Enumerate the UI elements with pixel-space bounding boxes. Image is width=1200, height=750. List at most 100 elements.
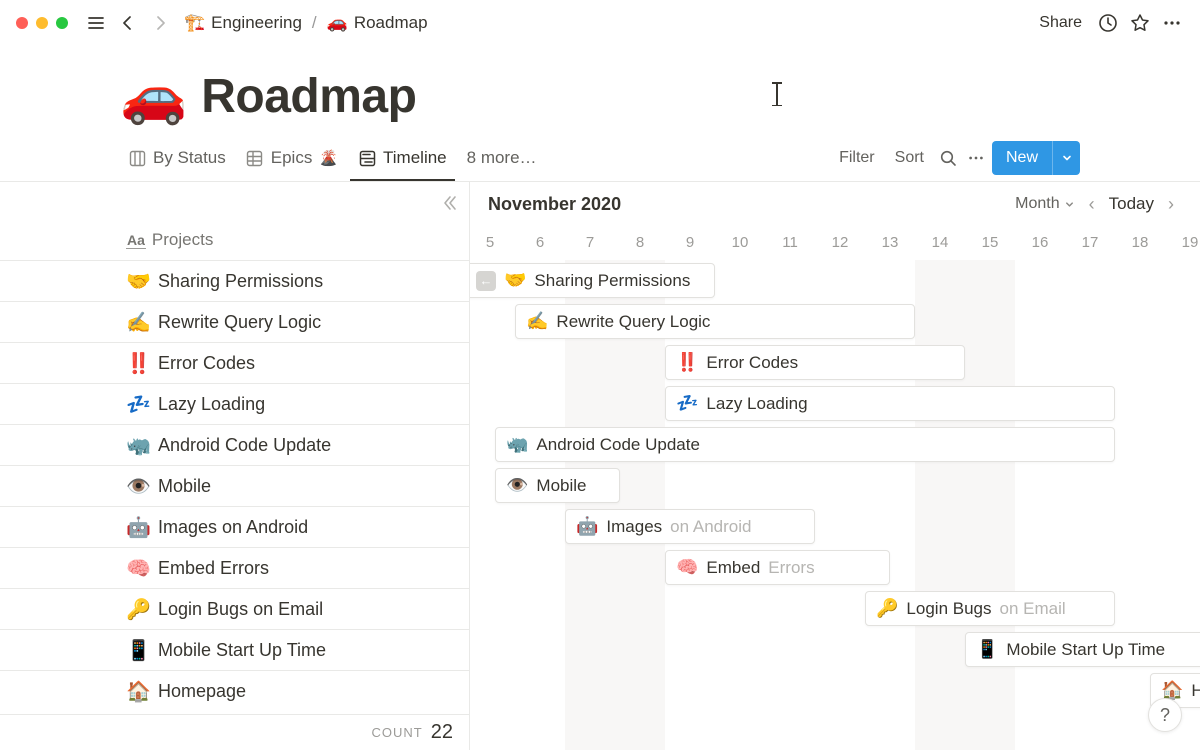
minimize-window-icon[interactable] xyxy=(36,17,48,29)
back-icon[interactable] xyxy=(116,11,140,35)
day-label: 6 xyxy=(536,234,544,251)
bar-label: Login Bugs xyxy=(906,599,991,619)
close-window-icon[interactable] xyxy=(16,17,28,29)
breadcrumb-roadmap[interactable]: 🚗 Roadmap xyxy=(323,11,432,35)
timeline-bar[interactable]: 🤖Images on Android xyxy=(565,509,815,544)
today-button[interactable]: Today xyxy=(1103,190,1160,218)
scale-selector[interactable]: Month xyxy=(1009,191,1080,217)
project-icon: 💤 xyxy=(126,392,148,417)
day-label: 7 xyxy=(586,234,594,251)
day-label: 13 xyxy=(882,234,899,251)
bar-icon: 🧠 xyxy=(676,557,698,578)
project-row[interactable]: 🤝Sharing Permissions xyxy=(0,260,469,301)
day-label: 18 xyxy=(1132,234,1149,251)
bar-label: Rewrite Query Logic xyxy=(556,312,710,332)
forward-icon[interactable] xyxy=(148,11,172,35)
project-row[interactable]: 🦏Android Code Update xyxy=(0,424,469,465)
tab-timeline[interactable]: Timeline xyxy=(350,142,455,174)
project-icon: 👁️ xyxy=(126,474,148,499)
project-row[interactable]: ‼️Error Codes xyxy=(0,342,469,383)
timeline-bar[interactable]: 🔑Login Bugs on Email xyxy=(865,591,1115,626)
chevron-down-icon xyxy=(1064,199,1075,210)
prev-period-icon[interactable]: ‹ xyxy=(1081,194,1103,215)
bar-label-overflow: on Email xyxy=(1000,599,1066,619)
project-row[interactable]: 🔑Login Bugs on Email xyxy=(0,588,469,629)
bar-icon: 💤 xyxy=(676,393,698,414)
zoom-window-icon[interactable] xyxy=(56,17,68,29)
menu-icon[interactable] xyxy=(84,11,108,35)
day-label: 10 xyxy=(732,234,749,251)
timeline-bar[interactable]: 🦏 Android Code Update xyxy=(495,427,1115,462)
breadcrumb-label: Engineering xyxy=(211,13,302,33)
favorite-icon[interactable] xyxy=(1128,11,1152,35)
more-options-icon[interactable] xyxy=(964,146,988,170)
timeline-bar[interactable]: ‼️Error Codes xyxy=(665,345,965,380)
new-button-dropdown-icon[interactable] xyxy=(1052,141,1080,175)
timeline-bar[interactable]: 📱 Mobile Start Up Time xyxy=(965,632,1200,667)
timeline-bar[interactable]: ✍️Rewrite Query Logic xyxy=(515,304,915,339)
help-button[interactable]: ? xyxy=(1148,698,1182,732)
project-row[interactable]: 🧠Embed Errors xyxy=(0,547,469,588)
new-button[interactable]: New xyxy=(992,141,1080,175)
tab-by-status[interactable]: By Status xyxy=(120,142,234,174)
project-label: Login Bugs on Email xyxy=(158,599,323,620)
filter-button[interactable]: Filter xyxy=(831,145,883,171)
page-icon[interactable]: 🚗 xyxy=(120,69,187,123)
breadcrumb-label: Roadmap xyxy=(354,13,428,33)
project-label: Mobile xyxy=(158,476,211,497)
tab-label: Epics xyxy=(271,148,313,168)
tab-more-views[interactable]: 8 more… xyxy=(459,142,545,174)
weekend-band xyxy=(915,260,1015,750)
share-button[interactable]: Share xyxy=(1033,10,1088,36)
project-row[interactable]: 🏠Homepage xyxy=(0,670,469,711)
count-label: COUNT xyxy=(372,725,423,740)
day-label: 16 xyxy=(1032,234,1049,251)
sort-button[interactable]: Sort xyxy=(887,145,932,171)
bar-label: Mobile Start Up Time xyxy=(1006,640,1165,660)
project-row[interactable]: 💤 Lazy Loading xyxy=(0,383,469,424)
table-icon xyxy=(246,149,264,167)
day-label: 8 xyxy=(636,234,644,251)
timeline-header: November 2020 Month ‹ Today › 5678910111… xyxy=(470,182,1200,260)
updates-icon[interactable] xyxy=(1096,11,1120,35)
project-row[interactable]: 👁️ Mobile xyxy=(0,465,469,506)
project-row[interactable]: 🤖Images on Android xyxy=(0,506,469,547)
breadcrumb-engineering[interactable]: 🏗️ Engineering xyxy=(180,11,306,35)
view-tabs: By Status Epics 🌋 Timeline 8 more… Filte… xyxy=(0,135,1200,181)
collapse-sidebar-icon[interactable] xyxy=(441,194,459,212)
day-label: 14 xyxy=(932,234,949,251)
new-button-label[interactable]: New xyxy=(992,141,1052,175)
window-controls xyxy=(16,17,68,29)
tab-epics[interactable]: Epics 🌋 xyxy=(238,142,346,174)
bar-label-overflow: on Android xyxy=(670,517,751,537)
breadcrumb-separator: / xyxy=(312,13,317,33)
project-row[interactable]: ✍️Rewrite Query Logic xyxy=(0,301,469,342)
timeline-bar[interactable]: 💤Lazy Loading xyxy=(665,386,1115,421)
project-row[interactable]: 📱Mobile Start Up Time xyxy=(0,629,469,670)
timeline-bar[interactable]: 🧠Embed Errors xyxy=(665,550,890,585)
bar-label: Sharing Permissions xyxy=(534,271,690,291)
project-label: Homepage xyxy=(158,681,246,702)
bar-icon: 📱 xyxy=(976,639,998,660)
page-title[interactable]: Roadmap xyxy=(201,69,416,124)
timeline-view: Aa Projects 🤝Sharing Permissions✍️Rewrit… xyxy=(0,181,1200,750)
project-label: Lazy Loading xyxy=(158,394,265,415)
day-label: 12 xyxy=(832,234,849,251)
day-label: 17 xyxy=(1082,234,1099,251)
more-icon[interactable] xyxy=(1160,11,1184,35)
search-icon[interactable] xyxy=(936,146,960,170)
car-icon: 🚗 xyxy=(327,13,348,33)
bar-icon: 🦏 xyxy=(506,434,528,455)
timeline-bar[interactable]: 👁️Mobile xyxy=(495,468,620,503)
timeline-icon xyxy=(358,149,376,167)
day-label: 9 xyxy=(686,234,694,251)
timeline-bar[interactable]: ←🤝Sharing Permissions xyxy=(470,263,715,298)
projects-column-header: Aa Projects xyxy=(0,182,469,260)
project-icon: 🤖 xyxy=(126,515,148,540)
next-period-icon[interactable]: › xyxy=(1160,194,1182,215)
bar-label: Mobile xyxy=(536,476,586,496)
bar-label: Android Code Update xyxy=(536,435,700,455)
tab-label: 8 more… xyxy=(467,148,537,168)
timeline-chart[interactable]: November 2020 Month ‹ Today › 5678910111… xyxy=(470,182,1200,750)
count-value: 22 xyxy=(431,721,453,744)
